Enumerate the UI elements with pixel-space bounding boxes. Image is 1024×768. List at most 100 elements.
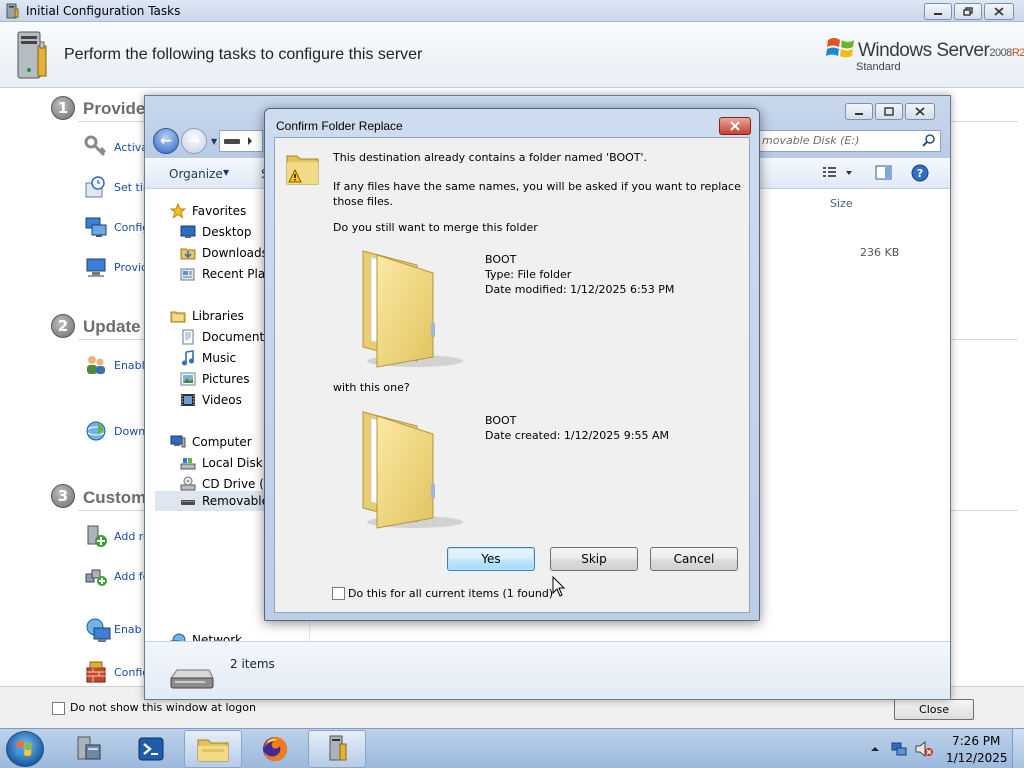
view-options-icon[interactable]	[821, 164, 855, 185]
source-folder-option[interactable]: BOOT Type: File folder Date modified: 1/…	[345, 243, 735, 373]
clock-time[interactable]: 7:26 PM	[952, 734, 1000, 748]
nav-label: Documents	[202, 330, 271, 344]
taskbar-server-manager[interactable]	[60, 730, 118, 768]
nav-documents[interactable]: Documents	[180, 329, 270, 345]
title-bar: Initial Configuration Tasks	[0, 0, 1024, 22]
skip-button[interactable]: Skip	[550, 547, 638, 571]
nav-label: Desktop	[202, 225, 252, 239]
cancel-button[interactable]: Cancel	[650, 547, 738, 571]
task-add-roles[interactable]: Add ro	[84, 524, 150, 548]
close-button[interactable]: Close	[894, 699, 974, 720]
search-icon[interactable]	[922, 133, 936, 150]
server-tower-icon	[14, 30, 50, 85]
nav-recent-places[interactable]: Recent Plac	[180, 266, 272, 282]
back-button[interactable]: ←	[153, 128, 179, 154]
source-folder-type: Type: File folder	[485, 268, 572, 281]
removable-disk-icon	[180, 493, 196, 509]
yes-button[interactable]: Yes	[447, 547, 535, 571]
section-title[interactable]: Custom	[83, 488, 146, 508]
task-activate[interactable]: Activa	[84, 135, 148, 159]
dialog-message-line1: This destination already contains a fold…	[333, 151, 648, 164]
videos-icon	[180, 392, 196, 408]
dialog-content: This destination already contains a fold…	[274, 137, 750, 613]
nav-label: Libraries	[192, 309, 244, 323]
chevron-down-icon[interactable]: ▼	[223, 168, 229, 177]
show-desktop-button[interactable]	[1012, 729, 1024, 768]
apply-to-all-checkbox[interactable]	[332, 587, 345, 600]
brand-edition: Standard	[856, 61, 901, 73]
forward-button[interactable]: →	[181, 128, 207, 154]
close-window-button[interactable]	[984, 3, 1014, 20]
nav-pictures[interactable]: Pictures	[180, 371, 250, 387]
clock-date[interactable]: 1/12/2025	[946, 751, 1008, 765]
recent-places-icon	[180, 266, 196, 282]
minimize-button[interactable]	[924, 3, 952, 20]
section-number: 2	[51, 314, 75, 338]
nav-desktop[interactable]: Desktop	[180, 224, 252, 240]
section-title[interactable]: Provide	[83, 99, 145, 119]
initial-config-icon	[329, 735, 347, 761]
nav-videos[interactable]: Videos	[180, 392, 242, 408]
destination-folder-date: Date created: 1/12/2025 9:55 AM	[485, 429, 670, 442]
show-hidden-icons[interactable]	[870, 743, 880, 757]
network-tray-icon[interactable]	[890, 740, 908, 761]
preview-pane-icon[interactable]	[875, 164, 893, 185]
task-enable-remote-desktop[interactable]: Enab	[84, 617, 142, 642]
task-provide-computer-name[interactable]: Provid	[84, 255, 148, 279]
task-add-features[interactable]: Add fe	[84, 564, 149, 588]
task-label[interactable]: Enab	[114, 623, 142, 636]
dialog-close-button[interactable]	[719, 117, 751, 135]
column-header-size[interactable]: Size	[830, 197, 853, 210]
destination-folder-option[interactable]: BOOT Date created: 1/12/2025 9:55 AM	[345, 404, 735, 534]
close-window-button[interactable]	[905, 103, 935, 120]
libraries-icon	[170, 308, 186, 324]
task-configure-firewall[interactable]: Config	[84, 660, 149, 684]
source-folder-date: Date modified: 1/12/2025 6:53 PM	[485, 283, 675, 296]
update-globe-icon	[84, 419, 108, 443]
downloads-icon	[180, 245, 196, 261]
taskbar-firefox[interactable]	[246, 730, 304, 768]
help-icon[interactable]: ?	[911, 164, 929, 185]
section-number: 3	[51, 484, 75, 508]
organize-menu[interactable]: Organize	[169, 167, 223, 181]
apply-to-all-label[interactable]: Do this for all current items (1 found)	[348, 587, 553, 600]
taskbar-file-explorer[interactable]	[184, 730, 242, 768]
nav-favorites[interactable]: Favorites	[169, 202, 246, 219]
key-icon	[84, 135, 108, 159]
restore-button[interactable]	[954, 3, 982, 20]
task-enable-updates[interactable]: Enable	[84, 353, 151, 377]
nav-label: CD Drive (D	[202, 477, 274, 491]
nav-label: Removable	[202, 494, 270, 508]
nav-music[interactable]: Music	[180, 350, 236, 366]
brand-name: Windows Server2008R2	[858, 40, 1024, 61]
nav-local-disk[interactable]: Local Disk (	[180, 455, 271, 471]
nav-cd-drive[interactable]: CD Drive (D	[180, 476, 273, 492]
address-bar[interactable]	[219, 130, 263, 152]
desktop-icon	[180, 224, 196, 240]
cd-drive-icon	[180, 476, 196, 492]
do-not-show-label[interactable]: Do not show this window at logon	[70, 701, 256, 714]
confirm-folder-replace-dialog: Confirm Folder Replace This destination …	[264, 108, 760, 621]
volume-muted-icon[interactable]	[914, 740, 934, 761]
nav-computer[interactable]: Computer	[170, 434, 252, 450]
maximize-button[interactable]	[875, 103, 903, 120]
task-label[interactable]: Provid	[114, 261, 148, 274]
task-download-updates[interactable]: Downl	[84, 419, 148, 443]
task-label[interactable]: Activa	[114, 141, 148, 154]
search-box[interactable]: movable Disk (E:)	[757, 130, 941, 152]
nav-downloads[interactable]: Downloads	[180, 245, 268, 261]
server-config-icon	[4, 3, 20, 22]
minimize-button[interactable]	[845, 103, 873, 120]
taskbar-initial-config[interactable]	[308, 730, 366, 768]
powershell-icon	[138, 737, 164, 761]
folder-icon	[345, 243, 465, 376]
nav-libraries[interactable]: Libraries	[170, 308, 244, 324]
do-not-show-checkbox[interactable]	[52, 702, 65, 715]
task-configure-networking[interactable]: Config	[84, 215, 149, 239]
pictures-icon	[180, 371, 196, 387]
dialog-question: Do you still want to merge this folder	[333, 221, 538, 234]
taskbar-powershell[interactable]	[122, 730, 180, 768]
recent-pages-dropdown-icon[interactable]: ▼	[211, 137, 217, 146]
start-button[interactable]	[6, 731, 44, 767]
section-title[interactable]: Update	[83, 317, 141, 337]
